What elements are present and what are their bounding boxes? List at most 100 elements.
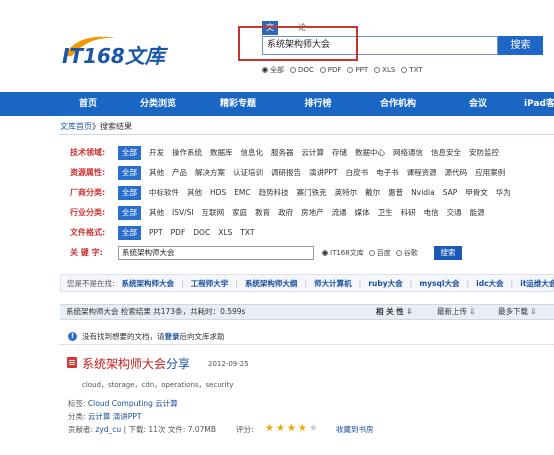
filter-option[interactable]: 华为 — [496, 186, 511, 200]
filter-option[interactable]: 赛门铁克 — [297, 186, 327, 200]
filetype-all[interactable]: 全部 — [262, 64, 284, 76]
tag-link[interactable]: Cloud Computing 云计算 — [88, 399, 178, 408]
filter-option[interactable]: 安防监控 — [469, 146, 499, 160]
filter-option[interactable]: 应用案例 — [475, 166, 505, 180]
filter-option[interactable]: 交通 — [447, 206, 462, 220]
filter-option[interactable]: 趋势科技 — [259, 186, 289, 200]
related-link[interactable]: 师大计算机 — [314, 278, 352, 289]
filter-option[interactable]: 全部 — [118, 206, 141, 220]
filter-option[interactable]: 源代码 — [445, 166, 468, 180]
filetype-doc[interactable]: DOC — [290, 64, 314, 76]
filter-option[interactable]: 课程资源 — [407, 166, 437, 180]
engine-it168[interactable]: IT168文库 — [322, 246, 364, 260]
filter-option[interactable]: 云计算 — [302, 146, 325, 160]
sort-newest[interactable]: 最新上传 ⇩ — [437, 305, 476, 319]
filter-option[interactable]: 家庭 — [232, 206, 247, 220]
engine-google[interactable]: 谷歌 — [395, 246, 418, 260]
sort-downloads[interactable]: 最多下载 ⇩ — [498, 305, 537, 319]
filter-option[interactable]: XLS — [218, 226, 232, 240]
login-link[interactable]: 登录 — [165, 332, 180, 341]
filetype-xls[interactable]: XLS — [374, 64, 395, 76]
result-title[interactable]: 系统架构师大会分享 — [82, 355, 190, 372]
related-link[interactable]: idc大会 — [476, 278, 503, 289]
filter-option[interactable]: Nvidia — [411, 186, 435, 200]
nav-topics[interactable]: 精彩专题 — [198, 92, 278, 116]
related-link[interactable]: it运维大会 — [520, 278, 554, 289]
filter-option[interactable]: 其他 — [149, 206, 164, 220]
related-link[interactable]: ruby大会 — [368, 278, 402, 289]
filter-option[interactable]: 其他 — [149, 166, 164, 180]
breadcrumb-home[interactable]: 文库首页 — [60, 122, 92, 131]
star-icon: ★ — [275, 423, 285, 434]
sort-relevance[interactable]: 相 关 性 ⇩ — [376, 305, 413, 319]
filter-option[interactable]: 认证培训 — [233, 166, 263, 180]
filetype-txt[interactable]: TXT — [401, 64, 423, 76]
filter-option[interactable]: 网络通信 — [393, 146, 423, 160]
filter-option[interactable]: 信息化 — [241, 146, 264, 160]
filter-option[interactable]: 政府 — [278, 206, 293, 220]
result-meta: 贡献者: zyd_cu | 下载: 11次 文件: 7.07MB — [68, 425, 217, 434]
contributor-link[interactable]: zyd_cu — [95, 425, 121, 434]
filter-option[interactable]: 其他 — [187, 186, 202, 200]
category-link[interactable]: 云计算 演讲PPT — [88, 412, 142, 421]
filter-option[interactable]: 房地产 — [301, 206, 324, 220]
filter-option[interactable]: 全部 — [118, 166, 141, 180]
filter-option[interactable]: 互联网 — [202, 206, 225, 220]
related-link[interactable]: mysql大会 — [419, 278, 459, 289]
filter-option[interactable]: ISV/SI — [172, 206, 194, 220]
filter-option[interactable]: 科研 — [401, 206, 416, 220]
filter-option[interactable]: 信息安全 — [431, 146, 461, 160]
filter-option[interactable]: TXT — [240, 226, 254, 240]
filter-option[interactable]: 调研报告 — [271, 166, 301, 180]
nav-conference[interactable]: 会议 — [438, 92, 518, 116]
filter-option[interactable]: 开发 — [149, 146, 164, 160]
filter-option[interactable]: HDS — [210, 186, 226, 200]
filter-option[interactable]: PPT — [149, 226, 163, 240]
filetype-pdf[interactable]: PDF — [319, 64, 341, 76]
filter-option[interactable]: DOC — [193, 226, 210, 240]
nav-home[interactable]: 首页 — [58, 92, 118, 116]
it168-logo[interactable]: IT168文库 — [58, 30, 178, 72]
filter-option[interactable]: 能源 — [470, 206, 485, 220]
filter-option[interactable]: 卫生 — [378, 206, 393, 220]
filter-option[interactable]: 英特尔 — [335, 186, 358, 200]
filter-option[interactable]: 电信 — [424, 206, 439, 220]
filter-option[interactable]: 白皮书 — [346, 166, 369, 180]
search-button[interactable]: 搜索 — [498, 36, 543, 55]
filter-option[interactable]: EMC — [234, 186, 250, 200]
nav-categories[interactable]: 分类浏览 — [118, 92, 198, 116]
related-link[interactable]: 系统架构师大会 — [122, 278, 175, 289]
filter-option[interactable]: 教育 — [255, 206, 270, 220]
filter-option[interactable]: SAP — [443, 186, 458, 200]
filter-option[interactable]: 产品 — [172, 166, 187, 180]
bookmark-link[interactable]: 收藏到书房 — [336, 424, 374, 435]
filter-option[interactable]: PDF — [171, 226, 186, 240]
filter-option[interactable]: 媒体 — [355, 206, 370, 220]
filter-option[interactable]: 全部 — [118, 226, 141, 240]
filter-option[interactable]: 服务器 — [271, 146, 294, 160]
nav-ipad[interactable]: iPad客户 — [518, 92, 554, 116]
related-link[interactable]: 工程师大学 — [191, 278, 229, 289]
keyword-search-button[interactable]: 搜索 — [434, 246, 462, 260]
filter-option[interactable]: 电子书 — [376, 166, 399, 180]
nav-partners[interactable]: 合作机构 — [358, 92, 438, 116]
filter-option[interactable]: 数据中心 — [355, 146, 385, 160]
results-info: 系统架构师大会 检索结果 共173条，共耗时：0.599s — [66, 307, 246, 316]
filter-option[interactable]: 甲骨文 — [465, 186, 488, 200]
engine-baidu[interactable]: 百度 — [368, 246, 391, 260]
related-link[interactable]: 系统架构师大纲 — [245, 278, 298, 289]
filter-option[interactable]: 数据库 — [210, 146, 233, 160]
filter-option[interactable]: 惠普 — [388, 186, 403, 200]
filter-option[interactable]: 演讲PPT — [309, 166, 338, 180]
filter-option[interactable]: 戴尔 — [365, 186, 380, 200]
filter-option[interactable]: 中标软件 — [149, 186, 179, 200]
filter-option[interactable]: 全部 — [118, 146, 141, 160]
filetype-ppt[interactable]: PPT — [347, 64, 368, 76]
filter-option[interactable]: 操作系统 — [172, 146, 202, 160]
nav-rankings[interactable]: 排行榜 — [278, 92, 358, 116]
filter-option[interactable]: 流通 — [332, 206, 347, 220]
keyword-input[interactable]: 系统架构师大会 — [118, 246, 314, 260]
filter-option[interactable]: 存储 — [332, 146, 347, 160]
filter-option[interactable]: 全部 — [118, 186, 141, 200]
filter-option[interactable]: 解决方案 — [195, 166, 225, 180]
